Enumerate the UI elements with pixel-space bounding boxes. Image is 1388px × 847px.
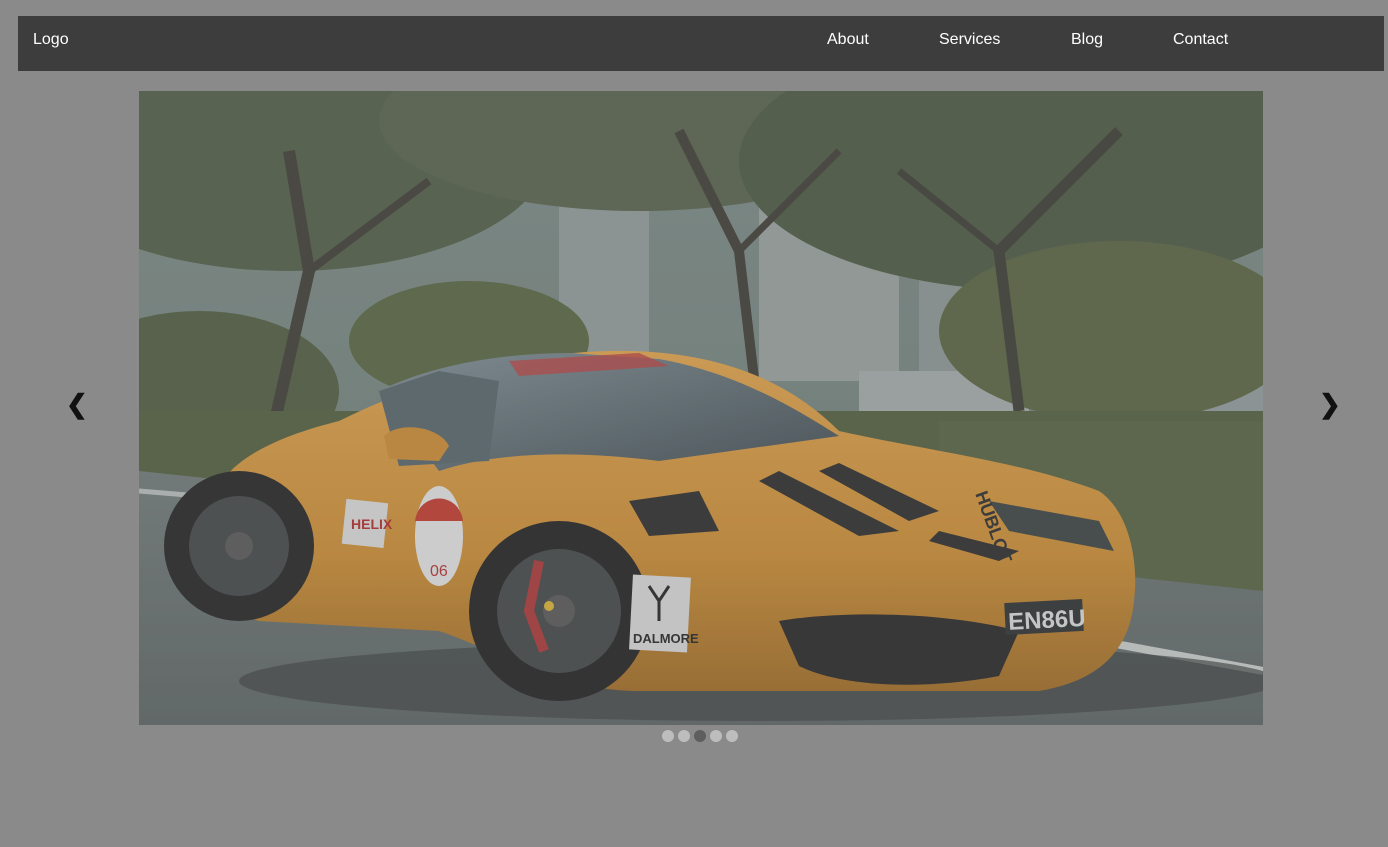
slide-dot-3[interactable] <box>694 730 706 742</box>
nav-links: About Services Blog Contact <box>18 31 1384 51</box>
slideshow-image: HELIX 06 DALMORE HUBLOT EN86U <box>139 91 1263 725</box>
slide-dot-2[interactable] <box>678 730 690 742</box>
nav-link-services[interactable]: Services <box>939 31 1000 49</box>
prev-slide-arrow[interactable]: ❮ <box>66 390 88 418</box>
top-navbar: Logo About Services Blog Contact <box>18 16 1384 71</box>
car-photo: HELIX 06 DALMORE HUBLOT EN86U <box>139 91 1263 725</box>
nav-link-contact[interactable]: Contact <box>1173 31 1228 49</box>
nav-link-about[interactable]: About <box>827 31 869 49</box>
next-slide-arrow[interactable]: ❯ <box>1319 390 1341 418</box>
slide-dot-1[interactable] <box>662 730 674 742</box>
nav-link-blog[interactable]: Blog <box>1071 31 1103 49</box>
slide-dots <box>662 730 738 742</box>
slide-dot-5[interactable] <box>726 730 738 742</box>
slide-dot-4[interactable] <box>710 730 722 742</box>
